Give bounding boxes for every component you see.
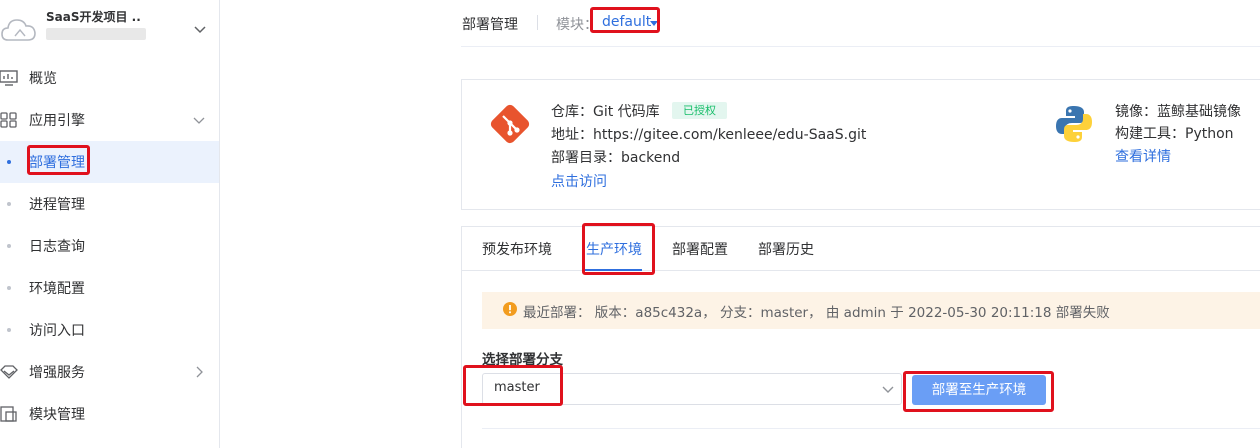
module-icon [0, 406, 17, 422]
sidebar-item-label: 进程管理 [29, 197, 85, 213]
header-divider [537, 15, 538, 30]
branch-select-label: 选择部署分支 [482, 352, 563, 368]
project-id-redacted [46, 28, 146, 40]
bullet-dot [7, 286, 11, 290]
tabs-divider [462, 270, 1260, 271]
environment-panel [461, 226, 1260, 448]
sidebar-item-deploy-management[interactable]: 部署管理 [0, 141, 219, 183]
view-details-link[interactable]: 查看详情 [1115, 146, 1171, 166]
tab-staging[interactable]: 预发布环境 [482, 239, 552, 259]
active-tab-indicator [585, 269, 642, 271]
monitor-icon [0, 70, 18, 86]
build-tool-info: 构建工具：Python [1115, 126, 1234, 142]
sidebar: SaaS开发项目 .. 概览 应用引擎 部署管理 进程管理 日志查询 环境配置 … [0, 0, 220, 448]
authorized-badge: 已授权 [672, 102, 727, 119]
sidebar-item-app-engine[interactable]: 应用引擎 [0, 99, 219, 141]
diamond-icon [0, 365, 18, 379]
sidebar-item-label: 环境配置 [29, 281, 85, 297]
sidebar-item-process-management[interactable]: 进程管理 [0, 183, 219, 225]
bullet-dot [7, 328, 11, 332]
sidebar-item-label: 访问入口 [29, 323, 85, 339]
warning-icon [503, 302, 517, 316]
sidebar-item-label: 日志查询 [29, 239, 85, 255]
form-divider [482, 428, 1260, 429]
tab-deploy-config[interactable]: 部署配置 [672, 239, 728, 259]
branch-select-value: master [494, 380, 540, 395]
repo-type: 仓库：Git 代码库 [551, 104, 660, 120]
repo-address: 地址：https://gitee.com/kenleee/edu-SaaS.gi… [551, 127, 867, 143]
last-deploy-text: 最近部署： 版本：a85c432a， 分支：master， 由 admin 于 … [523, 305, 1110, 321]
git-icon [490, 104, 530, 144]
chevron-right-icon [196, 366, 203, 378]
sidebar-item-access-entry[interactable]: 访问入口 [0, 309, 219, 351]
chevron-down-icon[interactable] [881, 382, 895, 396]
caret-down-icon[interactable] [650, 21, 658, 26]
sidebar-item-overview[interactable]: 概览 [0, 57, 219, 99]
branch-select[interactable] [482, 373, 902, 405]
grid-icon [0, 112, 17, 128]
tab-production[interactable]: 生产环境 [586, 239, 642, 259]
module-selector[interactable]: default [602, 14, 651, 30]
sidebar-item-module-management[interactable]: 模块管理 [0, 393, 219, 435]
page-title: 部署管理 [462, 17, 518, 33]
chevron-down-icon [193, 117, 205, 124]
deploy-directory: 部署目录：backend [551, 150, 681, 166]
deploy-to-production-button[interactable]: 部署至生产环境 [912, 375, 1046, 405]
visit-link[interactable]: 点击访问 [551, 171, 607, 191]
project-switcher[interactable]: SaaS开发项目 .. [0, 0, 219, 58]
python-icon [1056, 106, 1092, 142]
module-label: 模块： [556, 17, 598, 33]
sidebar-item-env-config[interactable]: 环境配置 [0, 267, 219, 309]
header-divider-line [461, 46, 1260, 47]
image-info: 镜像：蓝鲸基础镜像 [1115, 104, 1241, 120]
bullet-dot [7, 244, 11, 248]
sidebar-item-label: 部署管理 [29, 155, 85, 171]
sidebar-item-label: 增强服务 [29, 365, 85, 381]
sidebar-item-log-query[interactable]: 日志查询 [0, 225, 219, 267]
sidebar-item-enhanced-services[interactable]: 增强服务 [0, 351, 219, 393]
sidebar-item-label: 模块管理 [29, 407, 85, 423]
cloud-logo-icon [1, 19, 36, 41]
sidebar-item-label: 概览 [29, 71, 57, 87]
tab-deploy-history[interactable]: 部署历史 [758, 239, 814, 259]
sidebar-item-label: 应用引擎 [29, 113, 85, 129]
bullet-dot [7, 160, 11, 164]
project-name: SaaS开发项目 .. [46, 10, 141, 24]
bullet-dot [7, 202, 11, 206]
chevron-down-icon [194, 26, 206, 34]
